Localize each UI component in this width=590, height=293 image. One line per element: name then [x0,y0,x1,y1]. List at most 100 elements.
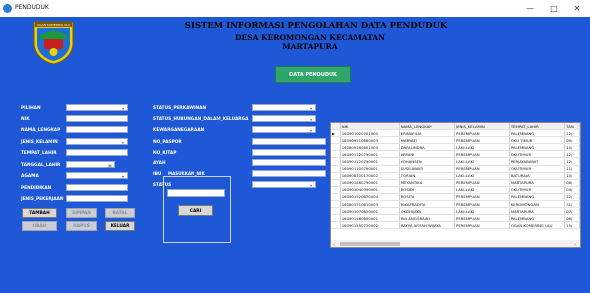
table-row[interactable]: 160801710810003 RIKAPRADITA PEREMPUAN KEROM… [331,200,580,209]
table-cell[interactable]: ROSIDI [399,186,456,194]
table-cell[interactable]: 160801710810003 [340,200,400,209]
nik-input[interactable] [66,115,128,122]
no-kitap-input[interactable] [252,149,326,156]
table-cell[interactable]: OKDHIJAYA [399,207,456,216]
column-header[interactable]: JENIS_KELAMIN [454,123,510,131]
table-cell[interactable]: 06/ [564,214,580,223]
table-cell[interactable]: PEREMPUAN [454,200,510,209]
status-perkawinan-select[interactable]: ▾ [252,104,316,111]
jenis-kelamin-select[interactable]: ▾ [66,138,128,145]
table-row[interactable]: 160901070850001 OKDHIJAYA LAKI-LAKI MARTAPU… [331,207,580,216]
table-cell[interactable]: PEREMPUAN [454,179,510,187]
table-cell[interactable]: MARYATI [399,136,456,145]
pilihan-select[interactable]: ▾ [66,104,128,111]
table-cell[interactable]: 160901460790001 [340,179,400,187]
table-row[interactable]: 160809160801000 DAFALINDRA LAKI-LAKI PALEMB… [331,143,580,152]
table-cell[interactable]: 160901040390001 [340,186,400,194]
table-cell[interactable]: 15/ [564,221,580,230]
table-cell[interactable]: 10/ [564,143,580,152]
current-row-indicator[interactable]: ▶ [331,129,341,138]
pendidikan-input[interactable] [66,184,128,191]
batal-button[interactable]: BATAL [105,208,135,218]
row-header[interactable] [331,207,341,216]
table-cell[interactable]: OGAN KOMERING ULU [509,221,566,230]
table-cell[interactable]: 12/ [564,157,580,166]
row-header[interactable] [331,193,341,202]
table-row[interactable]: 180909510680003 MARYATI PEREMPUAN OKU TIMUR… [331,136,580,145]
ubah-button[interactable]: UBAH [22,221,57,231]
table-cell[interactable]: 04/ [564,186,580,194]
table-cell[interactable]: 160901520870004 [340,193,400,202]
keluar-button[interactable]: KELUAR [105,221,135,231]
maximize-button[interactable]: □ [545,2,563,15]
table-cell[interactable]: 160901120790001 [340,150,400,159]
table-cell[interactable]: YOHANSEN [399,157,456,166]
table-cell[interactable]: 160908100170002 [340,172,400,180]
table-cell[interactable]: 160901550720002 [340,221,400,230]
table-cell[interactable]: PALEMBANG [509,143,566,152]
no-paspor-input[interactable] [252,138,326,145]
table-cell[interactable]: TORIAN [399,172,456,180]
table-row[interactable]: 160901520870004 ROSITA PEREMPUAN PALEMBANG 1… [331,193,580,202]
simpan-button[interactable]: SIMPAN [66,208,97,218]
search-nik-input[interactable] [167,189,225,197]
table-row[interactable]: 160901460790001 MEYANTIKA PEREMPUAN MARTAPU… [331,179,580,187]
penduduk-grid[interactable]: NIK NAMA_LENGKAP JENIS_KELAMIN TEMPAT_LA… [330,122,581,248]
data-penduduk-button[interactable]: DATA PENDUDUK [275,66,351,83]
hapus-button[interactable]: HAPUS [66,221,97,231]
minimize-button[interactable]: — [521,2,539,15]
table-cell[interactable]: PEREMPUAN [454,129,510,138]
table-cell[interactable]: 12/ [564,193,580,202]
table-cell[interactable]: 180909510680003 [340,136,400,145]
table-cell[interactable]: LAKI-LAKI [454,172,510,180]
column-header[interactable]: TAN [564,123,580,131]
table-cell[interactable]: 07/ [564,207,580,216]
table-cell[interactable]: 160901020701000 [340,129,400,138]
table-row[interactable]: 160908100170002 TORIAN LAKI-LAKI BATURAJA 10… [331,172,580,180]
table-cell[interactable]: PEREMPUAN [454,193,510,202]
row-header[interactable] [331,150,341,159]
table-cell[interactable]: BATURAJA [509,172,566,180]
table-cell[interactable]: 10/ [564,172,580,180]
close-button[interactable]: ✕ [568,2,586,15]
row-header[interactable] [331,165,341,173]
table-cell[interactable]: PALEMBANG [509,129,566,138]
row-header[interactable] [331,157,341,166]
horizontal-scrollbar[interactable]: ‹ › [331,240,580,248]
row-header[interactable] [331,179,341,187]
ayah-input[interactable] [252,159,326,166]
table-cell[interactable]: 160809160801000 [340,143,400,152]
row-header[interactable] [331,200,341,209]
table-cell[interactable]: DAFALINDRA [399,143,456,152]
row-header[interactable] [331,221,341,230]
row-header[interactable] [331,143,341,152]
status-hubungan-select[interactable]: ▾ [252,115,316,122]
table-cell[interactable]: 12/ [564,129,580,138]
table-row[interactable]: ▶ 160901020701000 ERINAFILIA PEREMPUAN PALEM… [331,129,580,138]
table-cell[interactable]: LAKI-LAKI [454,207,510,216]
pekerjaan-input[interactable] [66,195,128,202]
table-row[interactable]: 160901120790001 ARYANI PEREMPUAN OKUTIMUR 12… [331,150,580,159]
row-header[interactable] [331,172,341,180]
table-cell[interactable]: RIKAPRADITA [399,200,456,209]
table-cell[interactable]: 160901460850001 [340,214,400,223]
table-cell[interactable]: LAKI-LAKI [454,186,510,194]
column-header[interactable]: NAMA_LENGKAP [399,123,456,131]
table-row[interactable]: 160901120790001 YOHANSEN LAKI-LAKI PERJAYAB… [331,157,580,166]
tempat-lahir-input[interactable] [66,149,128,156]
table-cell[interactable]: 12/ [564,150,580,159]
table-cell[interactable]: OKU TIMUR [509,136,566,145]
table-cell[interactable]: MARTAPURA [509,207,566,216]
table-cell[interactable]: OKUTIMUR [509,165,566,173]
table-cell[interactable]: PEREMPUAN [454,136,510,145]
table-cell[interactable]: 160901120790001 [340,157,400,166]
table-cell[interactable]: PEREMPUAN [454,150,510,159]
table-cell[interactable]: SUSILAWATI [399,165,456,173]
table-cell[interactable]: ARYANI [399,150,456,159]
table-cell[interactable]: RIA ANGGRAINI [399,214,456,223]
table-cell[interactable]: PERJAYABARAT [509,157,566,166]
table-cell[interactable]: PEREMPUAN [454,221,510,230]
table-cell[interactable]: LAKI-LAKI [454,143,510,152]
table-cell[interactable]: LAKI-LAKI [454,157,510,166]
column-header[interactable]: TEMPAT_LAHIR [509,123,566,131]
